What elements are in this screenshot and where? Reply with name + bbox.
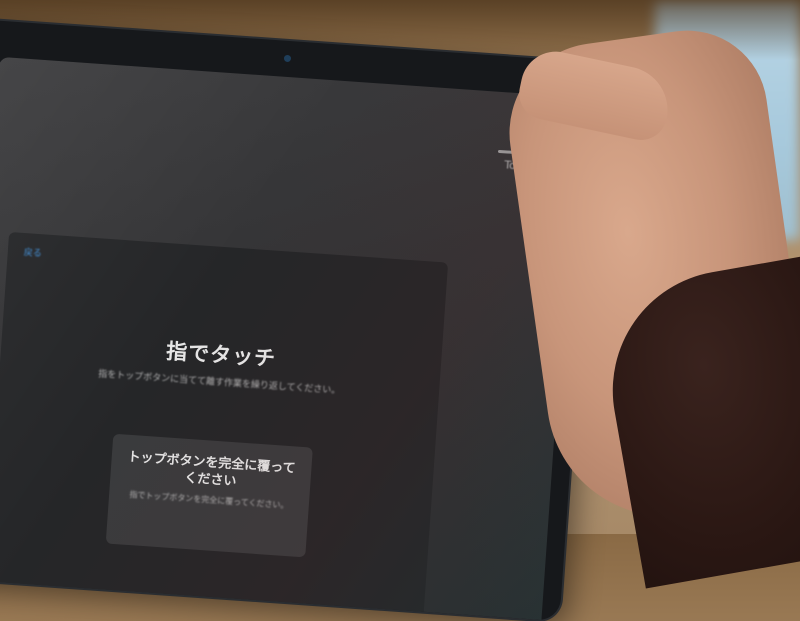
tablet-device: Touch ID 戻る 指でタッチ 指をトップボタンに当てて離す作業を繰り返して…: [0, 18, 599, 621]
tablet-screen: Touch ID 戻る 指でタッチ 指をトップボタンに当てて離す作業を繰り返して…: [0, 56, 578, 621]
front-camera: [283, 54, 292, 63]
setup-panel: 戻る 指でタッチ 指をトップボタンに当てて離す作業を繰り返してください。 トップ…: [0, 231, 449, 621]
back-link[interactable]: 戻る: [23, 245, 42, 259]
hint-card: トップボタンを完全に覆って ください 指でトップボタンを完全に覆ってください。: [105, 433, 313, 558]
